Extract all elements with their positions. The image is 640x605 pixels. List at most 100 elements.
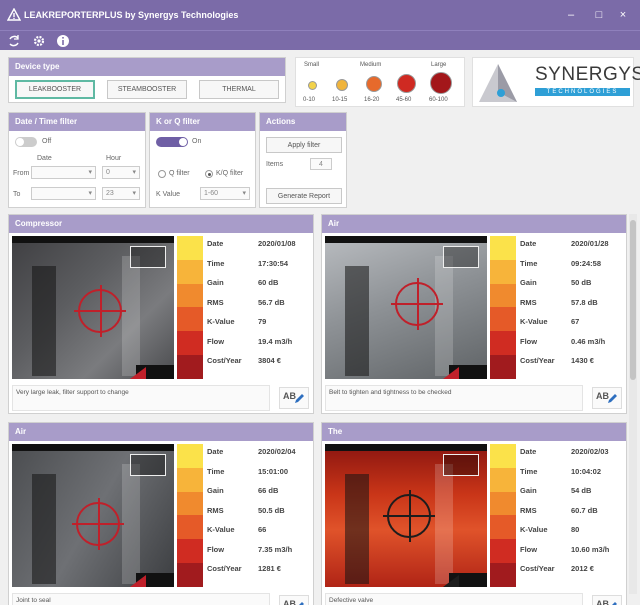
- k-value-label: K Value: [156, 191, 180, 198]
- card-title: Air: [322, 215, 626, 233]
- leak-camera-image[interactable]: [12, 236, 174, 379]
- date-filter-toggle[interactable]: [15, 137, 37, 147]
- annotate-button[interactable]: AB: [592, 387, 622, 409]
- apply-filter-button[interactable]: Apply filter: [266, 137, 342, 153]
- to-date-picker[interactable]: ▾: [31, 187, 96, 200]
- hour-column-label: Hour: [106, 155, 122, 162]
- field-value-rms: 57.8 dB: [571, 297, 598, 307]
- intensity-color-scale: [177, 444, 203, 587]
- field-value-kvalue: 79: [258, 317, 267, 326]
- leak-camera-image[interactable]: [12, 444, 174, 587]
- field-value-time: 09:24:58: [571, 258, 602, 268]
- field-label-flow: Flow: [520, 544, 538, 554]
- actions-panel: Actions Apply filter Items 4 Generate Re…: [259, 112, 347, 208]
- legend-range: 16-20: [364, 97, 380, 103]
- chevron-down-icon: ▾: [132, 190, 136, 197]
- leak-camera-image[interactable]: [325, 236, 487, 379]
- from-label: From: [13, 170, 30, 177]
- field-value-flow: 19.4 m3/h: [258, 336, 293, 346]
- comment-text: Joint to seal: [16, 597, 51, 604]
- refresh-icon[interactable]: [7, 34, 21, 48]
- field-label-flow: Flow: [520, 336, 538, 346]
- gear-icon[interactable]: [32, 34, 46, 48]
- legend-circle: [430, 72, 452, 94]
- field-label-rms: RMS: [520, 505, 537, 515]
- leakbooster-button[interactable]: LEAKBOOSTER: [15, 80, 95, 99]
- legend-medium-label: Medium: [360, 62, 382, 68]
- from-hour-value: 0: [106, 169, 110, 176]
- from-hour-select[interactable]: 0 ▾: [102, 166, 140, 179]
- field-value-time: 15:01:00: [258, 466, 289, 476]
- intensity-color-scale: [490, 444, 516, 587]
- legend-large-label: Large: [431, 62, 447, 68]
- logo-name: SYNERGYS: [535, 64, 640, 85]
- thermal-button[interactable]: THERMAL: [199, 80, 279, 99]
- leak-camera-image[interactable]: [325, 444, 487, 587]
- scrollbar-thumb[interactable]: [630, 220, 636, 380]
- field-label-date: Date: [207, 447, 224, 456]
- maximize-button[interactable]: □: [588, 6, 610, 24]
- from-date-picker[interactable]: ▾: [31, 166, 96, 179]
- panel-header: Actions: [260, 113, 346, 131]
- steambooster-button[interactable]: STEAMBOOSTER: [107, 80, 187, 99]
- vertical-scrollbar[interactable]: [629, 214, 637, 594]
- comment-text: Very large leak, filter support to chang…: [16, 389, 129, 396]
- field-label-date: Date: [207, 239, 224, 248]
- close-button[interactable]: ×: [612, 6, 634, 24]
- field-label-cost: Cost/Year: [207, 356, 242, 365]
- comment-field[interactable]: Joint to seal: [12, 593, 270, 605]
- legend-range: 60-100: [429, 97, 448, 103]
- k-value-selected: 1-60: [204, 190, 219, 197]
- to-hour-select[interactable]: 23 ▾: [102, 187, 140, 200]
- field-label-flow: Flow: [207, 544, 225, 554]
- q-filter-radio[interactable]: [158, 170, 166, 178]
- annotate-button[interactable]: AB: [592, 595, 622, 605]
- field-value-kvalue: 67: [571, 317, 580, 326]
- annotate-button[interactable]: AB: [279, 595, 309, 605]
- field-label-kvalue: K-Value: [520, 525, 548, 534]
- generate-report-button[interactable]: Generate Report: [266, 188, 342, 204]
- comment-field[interactable]: Belt to tighten and tightness to be chec…: [325, 385, 583, 411]
- camera-readout-box: [130, 246, 166, 268]
- camera-status-bar: [12, 444, 174, 451]
- field-label-cost: Cost/Year: [520, 356, 555, 365]
- camera-status-bar: [325, 236, 487, 243]
- date-time-filter-panel: Date / Time filter Off Date Hour From ▾ …: [8, 112, 146, 208]
- field-value-flow: 10.60 m3/h: [571, 544, 610, 554]
- field-label-rms: RMS: [520, 297, 537, 307]
- camera-status-bar: [325, 444, 487, 451]
- items-count: 4: [310, 158, 332, 170]
- field-value-rms: 56.7 dB: [258, 297, 285, 307]
- field-value-date: 2020/01/28: [571, 239, 609, 248]
- minimize-button[interactable]: –: [560, 6, 582, 24]
- logo-mark-icon: [479, 64, 517, 102]
- field-value-flow: 0.46 m3/h: [571, 336, 606, 346]
- comment-field[interactable]: Defective valve: [325, 593, 583, 605]
- info-icon[interactable]: [56, 34, 70, 48]
- legend-circle: [397, 74, 416, 93]
- field-label-gain: Gain: [207, 278, 224, 287]
- field-label-cost: Cost/Year: [520, 564, 555, 573]
- card-title: Air: [9, 423, 313, 441]
- legend-circle: [366, 76, 382, 92]
- field-value-cost: 2012 €: [571, 564, 594, 573]
- items-label: Items: [266, 161, 284, 168]
- toggle-state-label: On: [192, 138, 202, 145]
- field-label-date: Date: [520, 239, 537, 248]
- field-value-cost: 3804 €: [258, 356, 281, 365]
- field-value-time: 17:30:54: [258, 258, 289, 268]
- annotate-button[interactable]: AB: [279, 387, 309, 409]
- title-bar: LEAKREPORTERPLUS by Synergys Technologie…: [0, 0, 640, 30]
- toolbar: [0, 30, 640, 50]
- field-value-cost: 1430 €: [571, 356, 594, 365]
- comment-field[interactable]: Very large leak, filter support to chang…: [12, 385, 270, 411]
- camera-readout-box: [443, 246, 479, 268]
- field-label-kvalue: K-Value: [520, 317, 548, 326]
- field-value-gain: 54 dB: [571, 486, 592, 495]
- legend-range: 0-10: [303, 97, 316, 103]
- camera-status-bar: [12, 236, 174, 243]
- k-filter-toggle[interactable]: [156, 137, 188, 147]
- k-value-select[interactable]: 1-60 ▾: [200, 187, 250, 200]
- panel-header: K or Q filter: [150, 113, 255, 131]
- kq-filter-radio[interactable]: [205, 170, 213, 178]
